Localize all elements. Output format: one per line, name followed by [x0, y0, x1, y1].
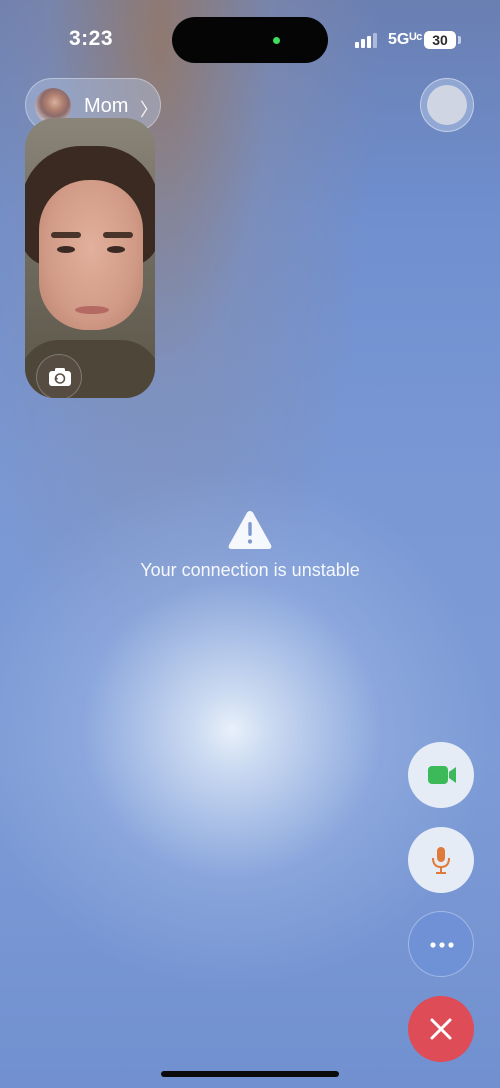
battery-icon: 30	[424, 31, 456, 49]
end-call-button[interactable]	[408, 996, 474, 1062]
status-bar: 3:23 5Gᵁᶜ 30	[0, 0, 500, 80]
shareplay-icon	[427, 85, 467, 125]
close-icon	[430, 1018, 452, 1040]
caller-name: Mom	[84, 95, 129, 117]
mute-button[interactable]	[408, 827, 474, 893]
camera-in-use-indicator	[273, 37, 280, 44]
status-time: 3:23	[69, 27, 114, 50]
chevron-right-icon: 〉	[140, 100, 158, 120]
more-options-button[interactable]	[408, 911, 474, 977]
self-video-preview[interactable]	[25, 118, 155, 398]
warning-triangle-icon	[228, 511, 272, 549]
ellipsis-icon	[430, 942, 454, 948]
battery-nub	[458, 36, 461, 44]
preview-brow-right	[103, 232, 133, 238]
preview-brow-left	[51, 232, 81, 238]
preview-eye-right	[107, 246, 125, 253]
dynamic-island	[172, 17, 328, 63]
camera-flip-button[interactable]	[36, 354, 82, 398]
home-indicator[interactable]	[161, 1071, 339, 1077]
shareplay-button[interactable]	[420, 78, 474, 132]
camera-flip-icon	[49, 368, 71, 386]
microphone-icon	[432, 847, 450, 874]
cellular-signal-icon	[355, 32, 379, 48]
connection-warning-text: Your connection is unstable	[140, 560, 360, 580]
video-camera-icon	[428, 766, 456, 784]
preview-face	[39, 180, 143, 330]
preview-eye-left	[57, 246, 75, 253]
network-type: 5Gᵁᶜ	[388, 31, 423, 48]
video-toggle-button[interactable]	[408, 742, 474, 808]
preview-mouth	[75, 306, 109, 314]
